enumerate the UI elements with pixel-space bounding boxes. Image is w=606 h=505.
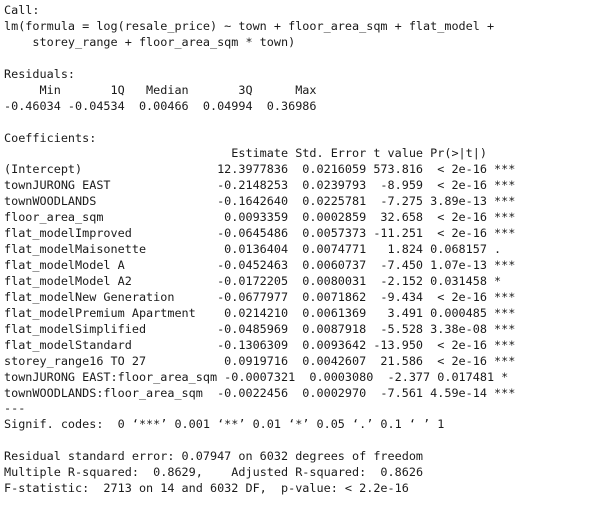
coefficients-column-header: Estimate Std. Error t value Pr(>|t|) — [4, 146, 516, 161]
signif-codes-line: Signif. codes: 0 ‘***’ 0.001 ‘**’ 0.01 ‘… — [4, 417, 445, 432]
call-header: Call: — [4, 3, 40, 17]
coefficient-row: flat_modelNew Generation -0.0677977 0.00… — [4, 289, 516, 304]
separator-line: --- — [4, 401, 26, 416]
coefficient-row: (Intercept) 12.3977836 0.0216059 573.816… — [4, 162, 516, 177]
coefficient-row: townJURONG EAST:floor_area_sqm -0.000732… — [4, 369, 523, 384]
coefficient-row: floor_area_sqm 0.0093359 0.0002859 32.65… — [4, 210, 516, 225]
residuals-labels: Min 1Q Median 3Q Max — [4, 82, 324, 97]
coefficients-header: Coefficients: — [4, 130, 97, 145]
coefficient-row: flat_modelStandard -0.1306309 0.0093642 … — [4, 337, 516, 352]
residual-standard-error-line: Residual standard error: 0.07947 on 6032… — [4, 449, 424, 464]
call-formula-line-1: lm(formula = log(resale_price) ~ town + … — [4, 18, 495, 33]
coefficient-row: flat_modelModel A -0.0452463 0.0060737 -… — [4, 258, 516, 272]
residuals-values: -0.46034 -0.04534 0.00466 0.04994 0.3698… — [4, 98, 324, 113]
residuals-header: Residuals: — [4, 66, 76, 81]
coefficient-row: townWOODLANDS:floor_area_sqm -0.0022456 … — [4, 385, 516, 400]
f-statistic-line: F-statistic: 2713 on 14 and 6032 DF, p-v… — [4, 481, 409, 496]
r-squared-line: Multiple R-squared: 0.8629, Adjusted R-s… — [4, 465, 431, 480]
coefficient-row: flat_modelModel A2 -0.0172205 0.0080031 … — [4, 273, 516, 288]
coefficient-row: storey_range16 TO 27 0.0919716 0.0042607… — [4, 353, 516, 368]
call-formula-line-2: storey_range + floor_area_sqm * town) — [4, 34, 296, 49]
coefficient-row: flat_modelPremium Apartment 0.0214210 0.… — [4, 305, 516, 320]
coefficient-row: townJURONG EAST -0.2148253 0.0239793 -8.… — [4, 178, 516, 193]
coefficient-row: flat_modelImproved -0.0645486 0.0057373 … — [4, 226, 516, 241]
coefficient-row: flat_modelMaisonette 0.0136404 0.0074771… — [4, 242, 516, 257]
coefficient-row: townWOODLANDS -0.1642640 0.0225781 -7.27… — [4, 194, 516, 209]
coefficient-row: flat_modelSimplified -0.0485969 0.008791… — [4, 321, 516, 336]
r-console-output: Call: lm(formula = log(resale_price) ~ t… — [4, 3, 604, 497]
